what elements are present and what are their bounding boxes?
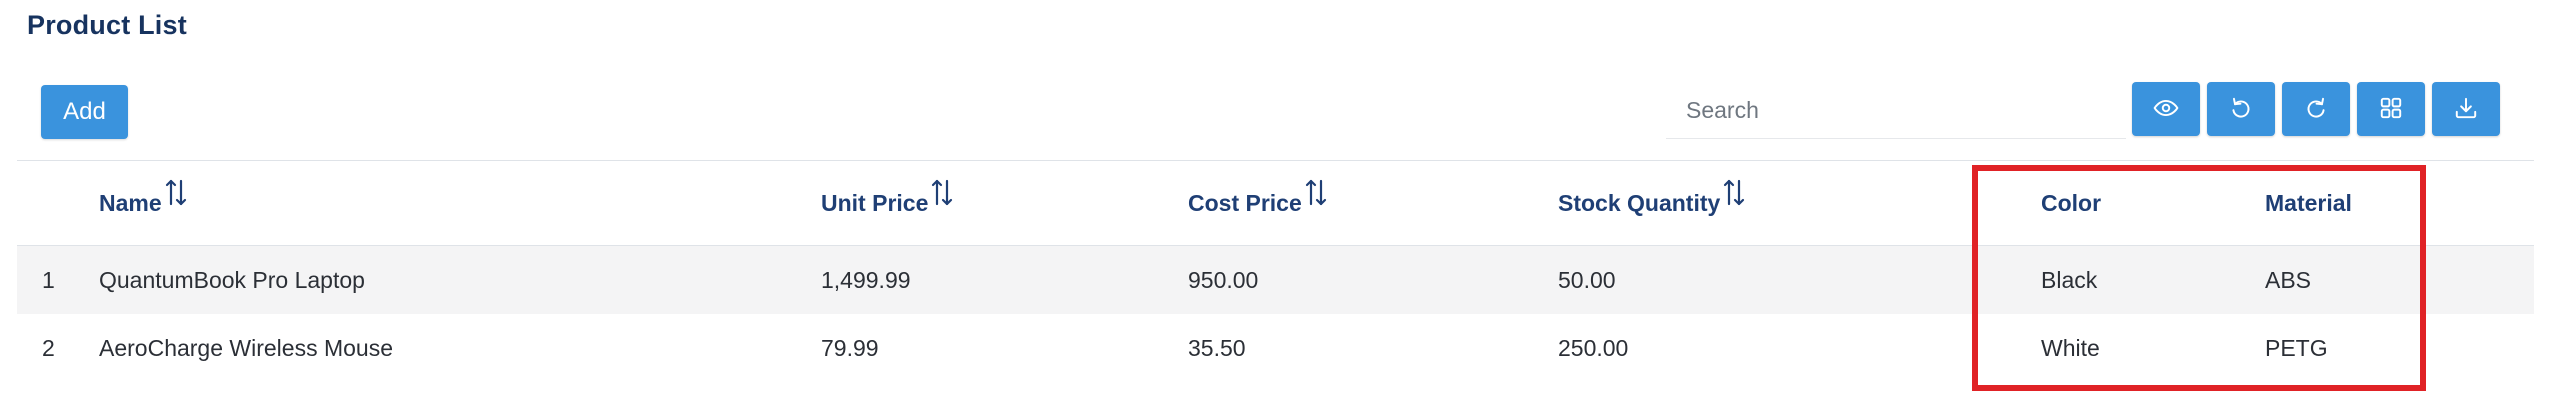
cell-name: AeroCharge Wireless Mouse — [99, 335, 394, 361]
sort-icon[interactable] — [930, 156, 954, 240]
column-header-label: Unit Price — [821, 190, 929, 216]
search-input[interactable] — [1666, 82, 2126, 138]
undo-button[interactable] — [2207, 82, 2275, 136]
download-button[interactable] — [2432, 82, 2500, 136]
row-index: 1 — [42, 267, 55, 293]
search-box — [1666, 82, 2126, 139]
grid-view-button[interactable] — [2357, 82, 2425, 136]
sort-icon[interactable] — [164, 156, 188, 240]
eye-icon — [2153, 95, 2179, 124]
toggle-columns-button[interactable] — [2132, 82, 2200, 136]
column-header-label: Stock Quantity — [1558, 190, 1721, 216]
redo-icon — [2303, 95, 2329, 124]
page-title: Product List — [27, 10, 187, 40]
table-row[interactable]: 2 AeroCharge Wireless Mouse 79.99 35.50 … — [17, 314, 2534, 382]
sort-icon[interactable] — [1304, 156, 1328, 240]
column-header-label: Name — [99, 190, 162, 216]
redo-button[interactable] — [2282, 82, 2350, 136]
cell-unit-price: 79.99 — [821, 335, 879, 361]
cell-color: Black — [2041, 267, 2098, 293]
row-index: 2 — [42, 335, 55, 361]
cell-cost-price: 950.00 — [1188, 267, 1259, 293]
column-header-label: Cost Price — [1188, 190, 1302, 216]
column-header-stock-quantity[interactable]: Stock Quantity — [1558, 161, 1746, 245]
cell-stock-quantity: 50.00 — [1558, 267, 1616, 293]
add-button[interactable]: Add — [41, 85, 128, 139]
cell-material: ABS — [2265, 267, 2312, 293]
cell-cost-price: 35.50 — [1188, 335, 1246, 361]
cell-name: QuantumBook Pro Laptop — [99, 267, 365, 293]
column-header-material[interactable]: Material — [2265, 161, 2352, 245]
undo-icon — [2228, 95, 2254, 124]
table-header: Name Unit Price Cost Price Stock Quantit… — [17, 160, 2534, 246]
product-table: Name Unit Price Cost Price Stock Quantit… — [17, 160, 2534, 382]
sort-icon[interactable] — [1722, 156, 1746, 240]
column-header-cost-price[interactable]: Cost Price — [1188, 161, 1328, 245]
cell-unit-price: 1,499.99 — [821, 267, 911, 293]
grid-icon — [2378, 95, 2404, 124]
cell-material: PETG — [2265, 335, 2328, 361]
cell-color: White — [2041, 335, 2100, 361]
cell-stock-quantity: 250.00 — [1558, 335, 1629, 361]
download-icon — [2453, 95, 2479, 124]
table-row[interactable]: 1 QuantumBook Pro Laptop 1,499.99 950.00… — [17, 246, 2534, 314]
column-header-color[interactable]: Color — [2041, 161, 2101, 245]
column-header-unit-price[interactable]: Unit Price — [821, 161, 954, 245]
column-header-name[interactable]: Name — [99, 161, 188, 245]
